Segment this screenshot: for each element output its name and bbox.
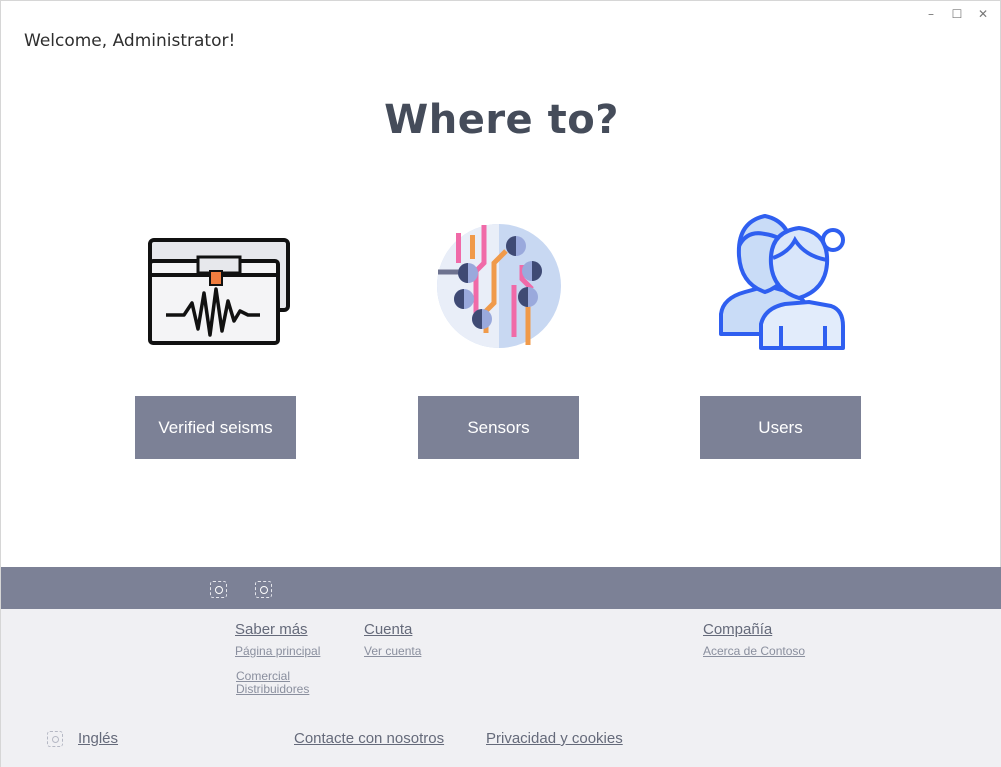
- page-title: Where to?: [384, 97, 619, 143]
- privacy-link[interactable]: Privacidad y cookies: [486, 730, 623, 747]
- minimize-button[interactable]: –: [922, 5, 940, 23]
- footer-column-compania: Compañía Acerca de Contoso: [703, 621, 805, 658]
- footer-bar: [1, 567, 1001, 609]
- contact-link[interactable]: Contacte con nosotros: [294, 730, 444, 747]
- sensor-circuit-icon: [424, 213, 574, 363]
- verified-seisms-button[interactable]: Verified seisms: [135, 396, 296, 459]
- close-button[interactable]: ✕: [974, 5, 992, 23]
- footer-link-ver-cuenta[interactable]: Ver cuenta: [364, 645, 421, 658]
- users-icon: [709, 206, 859, 356]
- maximize-button[interactable]: ☐: [948, 5, 966, 23]
- welcome-message: Welcome, Administrator!: [24, 31, 236, 51]
- footer-link-pagina-principal[interactable]: Página principal: [235, 645, 320, 658]
- footer-link-acerca-de-contoso[interactable]: Acerca de Contoso: [703, 645, 805, 658]
- footer-column-saber-mas: Saber más Página principal Comercial Dis…: [235, 621, 320, 696]
- language-selector[interactable]: Inglés: [78, 730, 118, 747]
- sensors-button[interactable]: Sensors: [418, 396, 579, 459]
- social-icon-1[interactable]: [210, 581, 227, 598]
- seismograph-icon: [144, 223, 294, 373]
- window-controls: – ☐ ✕: [922, 5, 992, 23]
- app-window: – ☐ ✕ Welcome, Administrator! Where to?: [0, 0, 1001, 767]
- globe-icon: [47, 731, 63, 747]
- footer-heading-compania[interactable]: Compañía: [703, 621, 805, 638]
- users-button[interactable]: Users: [700, 396, 861, 459]
- footer-heading-saber-mas[interactable]: Saber más: [235, 621, 320, 638]
- social-icon-2[interactable]: [255, 581, 272, 598]
- footer-column-cuenta: Cuenta Ver cuenta: [364, 621, 421, 658]
- footer-link-distribuidores[interactable]: Distribuidores: [236, 683, 320, 696]
- footer-heading-cuenta[interactable]: Cuenta: [364, 621, 421, 638]
